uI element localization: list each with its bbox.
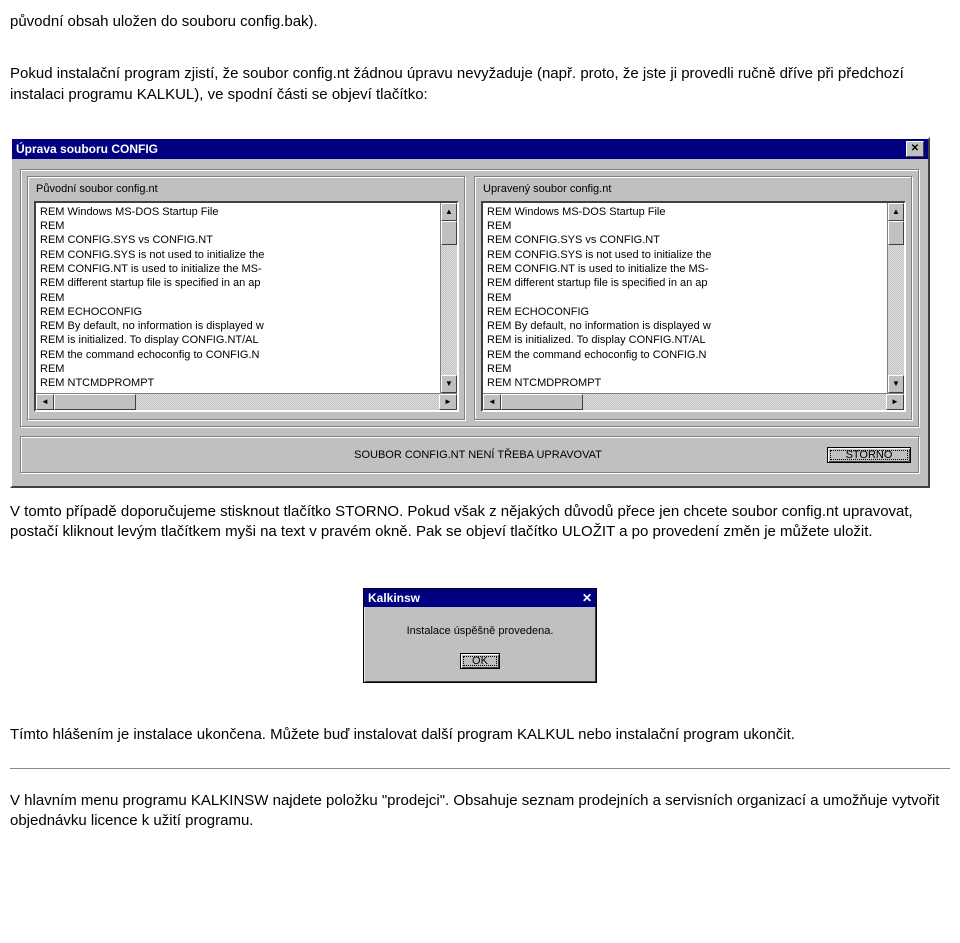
bottom-group: SOUBOR CONFIG.NT NENÍ TŘEBA UPRAVOVAT ST…: [20, 436, 920, 474]
ok-button[interactable]: OK: [460, 653, 500, 669]
messagebox-title: Kalkinsw: [368, 591, 420, 605]
list-line: REM When vou return to the command prom: [40, 391, 438, 393]
left-column: Původní soubor config.nt REM Windows MS-…: [27, 176, 466, 421]
scroll-track[interactable]: [583, 394, 886, 410]
right-column-label: Upravený soubor config.nt: [483, 183, 906, 195]
horizontal-scrollbar[interactable]: ◄ ►: [36, 393, 457, 410]
messagebox: Kalkinsw ✕ Instalace úspěšně provedena. …: [363, 588, 597, 683]
list-line: REM different startup file is specified …: [40, 276, 438, 290]
list-line: REM: [40, 291, 438, 305]
paragraph: původní obsah uložen do souboru config.b…: [10, 12, 950, 32]
list-line: REM NTCMDPROMPT: [487, 376, 885, 390]
scroll-left-icon[interactable]: ◄: [36, 394, 54, 410]
scroll-thumb[interactable]: [441, 221, 457, 245]
close-icon[interactable]: ✕: [906, 141, 924, 157]
scroll-down-icon[interactable]: ▼: [441, 375, 457, 393]
list-line: REM is initialized. To display CONFIG.NT…: [40, 333, 438, 347]
messagebox-titlebar: Kalkinsw ✕: [364, 589, 596, 607]
scroll-right-icon[interactable]: ►: [886, 394, 904, 410]
scroll-thumb[interactable]: [54, 394, 136, 410]
list-line: REM: [40, 362, 438, 376]
right-listbox[interactable]: REM Windows MS-DOS Startup FileREMREM CO…: [481, 201, 906, 412]
list-line: REM the command echoconfig to CONFIG.N: [487, 348, 885, 362]
left-column-label: Původní soubor config.nt: [36, 183, 459, 195]
paragraph: V tomto případě doporučujeme stisknout t…: [10, 502, 950, 543]
list-line: REM When vou return to the command prom: [487, 391, 885, 393]
list-line: REM: [40, 219, 438, 233]
scroll-left-icon[interactable]: ◄: [483, 394, 501, 410]
list-line: REM Windows MS-DOS Startup File: [487, 205, 885, 219]
list-line: REM: [487, 362, 885, 376]
window-title: Úprava souboru CONFIG: [16, 142, 158, 156]
paragraph: Pokud instalační program zjistí, že soub…: [10, 64, 950, 105]
left-listbox[interactable]: REM Windows MS-DOS Startup FileREMREM CO…: [34, 201, 459, 412]
list-line: REM NTCMDPROMPT: [40, 376, 438, 390]
list-line: REM CONFIG.SYS vs CONFIG.NT: [40, 233, 438, 247]
list-line: REM is initialized. To display CONFIG.NT…: [487, 333, 885, 347]
scroll-track[interactable]: [441, 245, 457, 375]
scroll-up-icon[interactable]: ▲: [441, 203, 457, 221]
list-line: REM the command echoconfig to CONFIG.N: [40, 348, 438, 362]
list-line: REM different startup file is specified …: [487, 276, 885, 290]
close-icon[interactable]: ✕: [582, 591, 592, 605]
list-line: REM By default, no information is displa…: [40, 319, 438, 333]
scroll-up-icon[interactable]: ▲: [888, 203, 904, 221]
list-line: REM By default, no information is displa…: [487, 319, 885, 333]
scroll-track[interactable]: [888, 245, 904, 375]
status-text: SOUBOR CONFIG.NT NENÍ TŘEBA UPRAVOVAT: [29, 449, 827, 461]
scroll-down-icon[interactable]: ▼: [888, 375, 904, 393]
list-line: REM CONFIG.SYS vs CONFIG.NT: [487, 233, 885, 247]
right-column: Upravený soubor config.nt REM Windows MS…: [474, 176, 913, 421]
columns-group: Původní soubor config.nt REM Windows MS-…: [20, 169, 920, 428]
list-line: REM: [487, 291, 885, 305]
paragraph: Tímto hlášením je instalace ukončena. Mů…: [10, 725, 950, 745]
list-line: REM Windows MS-DOS Startup File: [40, 205, 438, 219]
list-line: REM CONFIG.SYS is not used to initialize…: [487, 248, 885, 262]
list-line: REM: [487, 219, 885, 233]
divider: [10, 768, 950, 769]
paragraph: V hlavním menu programu KALKINSW najdete…: [10, 791, 950, 832]
list-line: REM CONFIG.SYS is not used to initialize…: [40, 248, 438, 262]
list-line: REM ECHOCONFIG: [487, 305, 885, 319]
messagebox-text: Instalace úspěšně provedena.: [364, 607, 596, 651]
list-line: REM CONFIG.NT is used to initialize the …: [487, 262, 885, 276]
storno-button[interactable]: STORNO: [827, 447, 911, 463]
config-edit-window: Úprava souboru CONFIG ✕ Původní soubor c…: [10, 137, 930, 488]
scroll-thumb[interactable]: [501, 394, 583, 410]
list-line: REM CONFIG.NT is used to initialize the …: [40, 262, 438, 276]
scroll-thumb[interactable]: [888, 221, 904, 245]
vertical-scrollbar[interactable]: ▲ ▼: [887, 203, 904, 393]
vertical-scrollbar[interactable]: ▲ ▼: [440, 203, 457, 393]
horizontal-scrollbar[interactable]: ◄ ►: [483, 393, 904, 410]
scroll-track[interactable]: [136, 394, 439, 410]
list-line: REM ECHOCONFIG: [40, 305, 438, 319]
scroll-right-icon[interactable]: ►: [439, 394, 457, 410]
titlebar: Úprava souboru CONFIG ✕: [12, 139, 928, 159]
